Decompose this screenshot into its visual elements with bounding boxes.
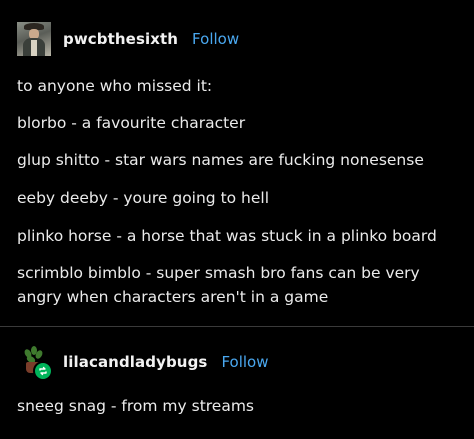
post-lilacandladybugs: lilacandladybugs Follow sneeg snag - fro…	[0, 327, 474, 439]
post-text-line: glup shitto - star wars names are fuckin…	[17, 151, 424, 169]
post-text-line: scrimblo bimblo - super smash bro fans c…	[17, 264, 420, 306]
post-text-line: eeby deeby - youre going to hell	[17, 189, 270, 207]
post-text-line: sneeg snag - from my streams	[17, 397, 255, 415]
post-pwcbthesixth: pwcbthesixth Follow to anyone who missed…	[0, 0, 474, 326]
shirt-shape	[31, 40, 37, 56]
reblog-icon	[33, 361, 53, 381]
avatar[interactable]	[17, 22, 51, 56]
post-text-line: blorbo - a favourite character	[17, 114, 246, 132]
username[interactable]: lilacandladybugs	[63, 353, 207, 371]
reblog-arrows-icon	[39, 366, 47, 376]
follow-button[interactable]: Follow	[192, 30, 239, 48]
post-text-line: to anyone who missed it:	[17, 77, 213, 95]
username[interactable]: pwcbthesixth	[63, 30, 178, 48]
follow-button[interactable]: Follow	[221, 353, 268, 371]
avatar[interactable]	[17, 345, 53, 381]
post-header: pwcbthesixth Follow	[17, 22, 239, 56]
post-header: lilacandladybugs Follow	[17, 345, 269, 381]
post-text-line: plinko horse - a horse that was stuck in…	[17, 227, 437, 245]
